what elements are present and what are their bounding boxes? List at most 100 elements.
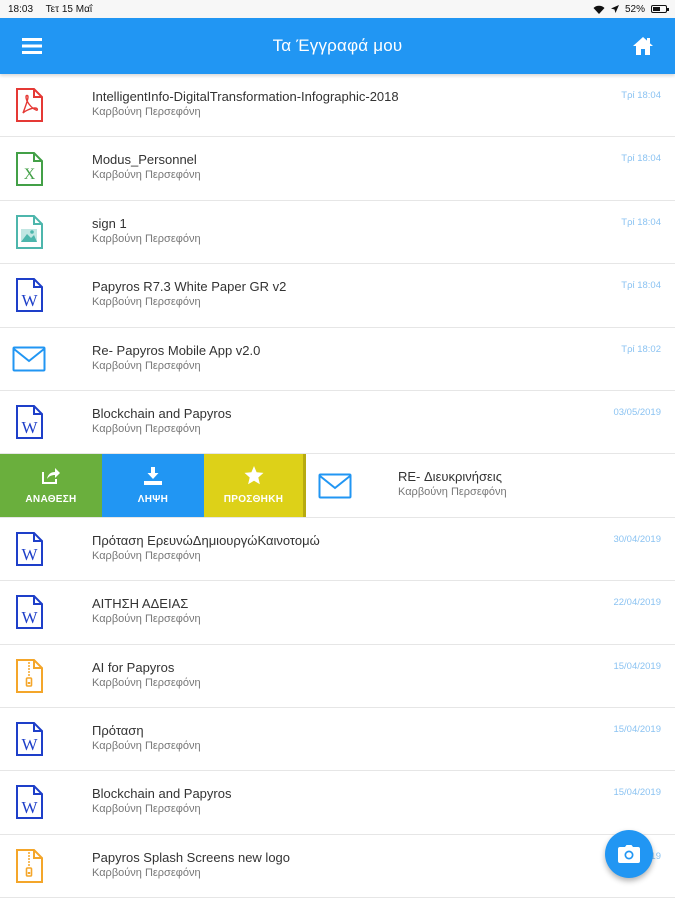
document-owner: Καρβούνη Περσεφόνη xyxy=(92,739,201,752)
svg-text:W: W xyxy=(21,418,38,437)
document-owner: Καρβούνη Περσεφόνη xyxy=(398,486,507,499)
zip-file-icon xyxy=(12,658,46,693)
document-info: Re- Papyros Mobile App v2.0 Καρβούνη Περσ… xyxy=(92,342,565,374)
document-date: 30/04/2019 xyxy=(613,533,661,545)
document-row[interactable]: W Papyros R7.3 White Paper GR v2 Καρβούνη … xyxy=(0,264,675,328)
document-owner: Καρβούνη Περσεφόνη xyxy=(92,613,201,626)
svg-text:X: X xyxy=(24,166,36,183)
home-icon[interactable] xyxy=(631,34,655,58)
word-file-icon: W xyxy=(12,531,46,566)
document-date: Τρί 18:04 xyxy=(621,216,661,228)
document-title: RE- Διευκρινήσεις xyxy=(398,469,502,485)
svg-text:W: W xyxy=(21,291,38,310)
document-row[interactable]: IntelligentInfo-DigitalTransformation-In… xyxy=(0,74,675,138)
document-row[interactable]: AI for Papyros Καρβούνη Περσεφόνη 15/04/20… xyxy=(0,644,675,708)
image-file-icon xyxy=(12,214,46,249)
document-info: Modus_Personnel Καρβούνη Περσεφόνη xyxy=(92,151,565,183)
document-date: 15/04/2019 xyxy=(613,787,661,799)
document-date: Τρί 18:02 xyxy=(621,343,661,355)
status-bar: 18:03 Τετ 15 Μαΐ 52% xyxy=(0,0,675,18)
star-icon xyxy=(244,466,264,488)
document-title: IntelligentInfo-DigitalTransformation-In… xyxy=(92,89,399,104)
document-row[interactable]: W ΑΙΤΗΣΗ ΑΔΕΙΑΣ Καρβούνη Περσεφόνη 22/04/20… xyxy=(0,581,675,645)
document-row[interactable]: W Blockchain and Papyros Καρβούνη Περσεφόν… xyxy=(0,390,675,455)
document-info: AI for Papyros Καρβούνη Περσεφόνη xyxy=(92,659,565,691)
document-title: Re- Papyros Mobile App v2.0 xyxy=(92,342,261,358)
document-owner: Καρβούνη Περσεφόνη xyxy=(92,296,201,309)
document-list: IntelligentInfo-DigitalTransformation-In… xyxy=(0,74,675,900)
document-title: Papyros R7.3 White Paper GR v2 xyxy=(92,279,287,295)
camera-icon xyxy=(618,845,640,863)
status-left: 18:03 Τετ 15 Μαΐ xyxy=(8,4,102,15)
document-row[interactable]: Papyros Splash Screens new logo Καρβούνη … xyxy=(0,834,675,899)
document-title: AI for Papyros xyxy=(92,659,175,675)
status-time: 18:03 xyxy=(8,3,34,15)
document-info: Blockchain and Papyros Καρβούνη Περσεφόνη xyxy=(92,785,565,817)
word-file-icon: W xyxy=(12,595,46,630)
document-owner: Καρβούνη Περσεφόνη xyxy=(92,106,201,118)
document-date: Τρί 18:04 xyxy=(621,90,661,101)
document-row[interactable]: W Πρόταση Καρβούνη Περσεφόνη 15/04/2019 xyxy=(0,707,675,772)
excel-file-icon: X xyxy=(12,151,46,186)
app-bar: Τα Έγγραφά μου xyxy=(0,18,675,74)
document-owner: Καρβούνη Περσεφόνη xyxy=(92,422,201,435)
status-right: 52% xyxy=(593,4,669,15)
svg-text:W: W xyxy=(21,608,38,627)
document-date: Τρί 18:04 xyxy=(621,280,661,292)
download-icon xyxy=(144,466,162,488)
document-title: sign 1 xyxy=(92,215,127,231)
svg-text:W: W xyxy=(21,735,38,754)
action-label: ΑΝΑΘΕΣΗ xyxy=(25,493,77,505)
page-title: Τα Έγγραφά μου xyxy=(272,36,403,55)
document-row[interactable]: W Πρόταση ΕρευνώΔημιουργώΚαινοτομώ Καρβούν… xyxy=(0,517,675,582)
document-owner: Καρβούνη Περσεφόνη xyxy=(92,866,201,879)
hamburger-menu-icon[interactable] xyxy=(20,34,44,58)
email-icon xyxy=(12,346,46,372)
document-info: ΑΙΤΗΣΗ ΑΔΕΙΑΣ Καρβούνη Περσεφόνη xyxy=(92,595,565,627)
word-file-icon: W xyxy=(12,278,46,313)
word-file-icon: W xyxy=(12,405,46,440)
action-label: ΠΡΟΣΘΗΚΗ xyxy=(223,494,284,506)
document-info: IntelligentInfo-DigitalTransformation-In… xyxy=(92,88,565,120)
document-info: sign 1 Καρβούνη Περσεφόνη xyxy=(92,215,565,247)
document-owner: Καρβούνη Περσεφόνη xyxy=(92,232,201,245)
document-date: 03/05/2019 xyxy=(613,406,661,418)
document-title: Πρόταση ΕρευνώΔημιουργώΚαινοτομώ xyxy=(92,532,320,548)
assign-action-button[interactable]: ΑΝΑΘΕΣΗ xyxy=(0,454,102,517)
document-row[interactable]: Re- Papyros Mobile App v2.0 Καρβούνη Περσ… xyxy=(0,327,675,391)
document-info: RE- Διευκρινήσεις Καρβούνη Περσεφόνη xyxy=(398,468,565,500)
zip-file-icon xyxy=(12,848,46,883)
document-title: ΑΙΤΗΣΗ ΑΔΕΙΑΣ xyxy=(92,596,189,612)
camera-button[interactable] xyxy=(605,830,653,878)
document-title: Blockchain and Papyros xyxy=(92,405,232,421)
location-arrow-icon xyxy=(610,5,619,13)
svg-text:W: W xyxy=(21,545,38,564)
document-owner: Καρβούνη Περσεφόνη xyxy=(92,676,201,689)
document-date: 15/04/2019 xyxy=(613,660,661,672)
word-file-icon: W xyxy=(12,785,46,820)
pdf-file-icon xyxy=(12,88,46,123)
battery-icon xyxy=(651,5,669,13)
swiped-list-item[interactable]: ΑΝΑΘΕΣΗ ΛΗΨΗ ΠΡΟΣΘΗΚΗ RE- Διευκρινήσεις Καρβ… xyxy=(0,454,675,518)
status-date: Τετ 15 Μαΐ xyxy=(45,3,93,15)
document-title: Πρόταση xyxy=(92,722,144,738)
document-owner: Καρβούνη Περσεφόνη xyxy=(92,549,201,562)
add-favorite-action-button[interactable]: ΠΡΟΣΘΗΚΗ xyxy=(204,454,306,517)
word-file-icon: W xyxy=(12,722,46,757)
share-icon xyxy=(41,467,61,488)
svg-text:W: W xyxy=(21,798,38,817)
document-info: Πρόταση ΕρευνώΔημιουργώΚαινοτομώ Καρβούνη… xyxy=(92,532,565,564)
wifi-icon xyxy=(593,5,605,14)
document-date: 22/04/2019 xyxy=(613,597,661,609)
document-title: Blockchain and Papyros xyxy=(92,786,232,802)
swiped-item-content[interactable]: RE- Διευκρινήσεις Καρβούνη Περσεφόνη xyxy=(306,454,675,516)
document-row[interactable]: X Modus_Personnel Καρβούνη Περσεφόνη Τρί 18… xyxy=(0,137,675,201)
document-row[interactable]: W Blockchain and Papyros Καρβούνη Περσεφόν… xyxy=(0,771,675,835)
download-action-button[interactable]: ΛΗΨΗ xyxy=(102,454,204,517)
document-row[interactable]: sign 1 Καρβούνη Περσεφόνη Τρί 18:04 xyxy=(0,200,675,265)
document-owner: Καρβούνη Περσεφόνη xyxy=(92,803,201,816)
document-owner: Καρβούνη Περσεφόνη xyxy=(92,169,201,182)
document-title: Modus_Personnel xyxy=(92,152,197,168)
document-info: Πρόταση Καρβούνη Περσεφόνη xyxy=(92,722,565,754)
document-info: Blockchain and Papyros Καρβούνη Περσεφόνη xyxy=(92,405,565,437)
